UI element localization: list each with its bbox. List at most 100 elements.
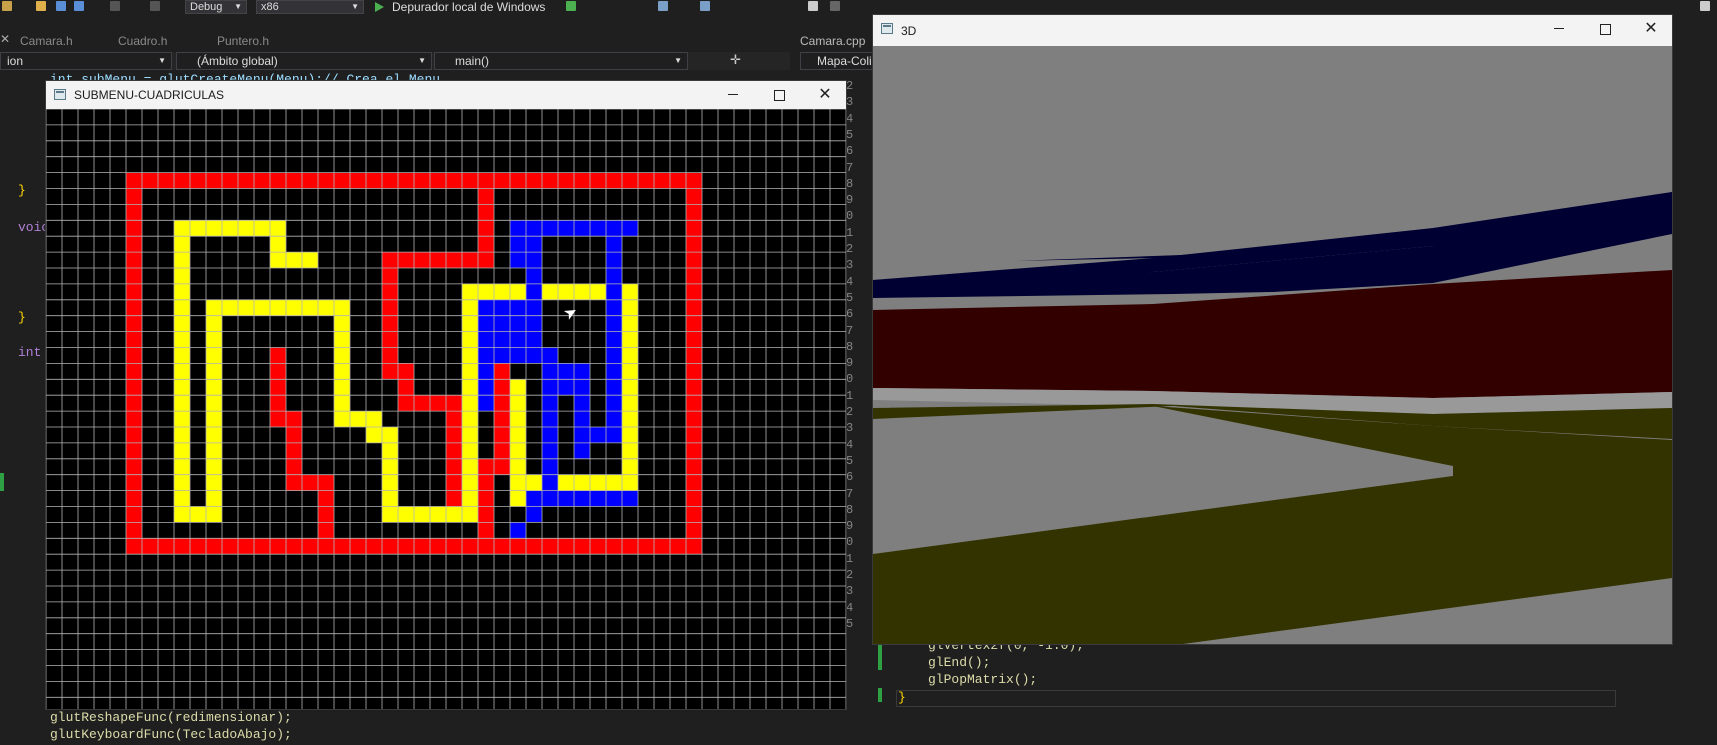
blue-wall-cell[interactable] <box>606 411 622 427</box>
layout-icon[interactable] <box>700 1 710 11</box>
red-wall-cell[interactable] <box>686 331 702 348</box>
minimize-button[interactable] <box>1536 15 1582 43</box>
blue-wall-cell[interactable] <box>542 220 558 237</box>
blue-wall-cell[interactable] <box>574 411 590 427</box>
red-wall-cell[interactable] <box>494 442 510 459</box>
red-wall-cell[interactable] <box>158 172 174 189</box>
yellow-wall-cell[interactable] <box>558 283 574 300</box>
red-wall-cell[interactable] <box>126 220 142 237</box>
red-wall-cell[interactable] <box>446 442 462 459</box>
yellow-wall-cell[interactable] <box>334 347 350 364</box>
blue-wall-cell[interactable] <box>478 299 494 316</box>
yellow-wall-cell[interactable] <box>430 506 446 523</box>
red-wall-cell[interactable] <box>670 172 686 189</box>
red-wall-cell[interactable] <box>446 490 462 507</box>
blue-wall-cell[interactable] <box>574 379 590 396</box>
red-wall-cell[interactable] <box>494 379 510 396</box>
red-wall-cell[interactable] <box>270 172 286 189</box>
tab-camara-h[interactable]: Camara.h <box>20 32 73 50</box>
yellow-wall-cell[interactable] <box>174 458 190 475</box>
red-wall-cell[interactable] <box>686 204 702 221</box>
red-wall-cell[interactable] <box>606 538 622 555</box>
yellow-wall-cell[interactable] <box>462 347 478 364</box>
red-wall-cell[interactable] <box>270 363 286 380</box>
red-wall-cell[interactable] <box>478 220 494 237</box>
minimize-button[interactable] <box>710 81 756 109</box>
yellow-wall-cell[interactable] <box>174 506 190 523</box>
blue-wall-cell[interactable] <box>622 220 638 237</box>
red-wall-cell[interactable] <box>558 538 574 555</box>
yellow-wall-cell[interactable] <box>462 363 478 380</box>
red-wall-cell[interactable] <box>462 172 478 189</box>
red-wall-cell[interactable] <box>270 538 286 555</box>
red-wall-cell[interactable] <box>686 538 702 555</box>
yellow-wall-cell[interactable] <box>174 283 190 300</box>
yellow-wall-cell[interactable] <box>334 411 350 427</box>
blue-wall-cell[interactable] <box>494 315 510 332</box>
red-wall-cell[interactable] <box>126 379 142 396</box>
blue-wall-cell[interactable] <box>526 236 542 253</box>
red-wall-cell[interactable] <box>206 172 222 189</box>
blue-wall-cell[interactable] <box>478 363 494 380</box>
yellow-wall-cell[interactable] <box>174 347 190 364</box>
red-wall-cell[interactable] <box>686 506 702 523</box>
red-wall-cell[interactable] <box>158 538 174 555</box>
blue-wall-cell[interactable] <box>542 347 558 364</box>
yellow-wall-cell[interactable] <box>574 283 590 300</box>
yellow-wall-cell[interactable] <box>174 395 190 412</box>
red-wall-cell[interactable] <box>494 411 510 427</box>
red-wall-cell[interactable] <box>446 538 462 555</box>
function-select[interactable]: main() ▼ <box>434 52 688 70</box>
red-wall-cell[interactable] <box>494 427 510 443</box>
yellow-wall-cell[interactable] <box>350 411 366 427</box>
yellow-wall-cell[interactable] <box>254 299 270 316</box>
blue-wall-cell[interactable] <box>510 347 526 364</box>
red-wall-cell[interactable] <box>590 172 606 189</box>
red-wall-cell[interactable] <box>686 490 702 507</box>
yellow-wall-cell[interactable] <box>302 252 318 268</box>
yellow-wall-cell[interactable] <box>462 474 478 491</box>
yellow-wall-cell[interactable] <box>174 411 190 427</box>
tools-icon[interactable] <box>658 1 668 11</box>
yellow-wall-cell[interactable] <box>286 299 302 316</box>
red-wall-cell[interactable] <box>494 458 510 475</box>
yellow-wall-cell[interactable] <box>174 236 190 253</box>
yellow-wall-cell[interactable] <box>510 283 526 300</box>
yellow-wall-cell[interactable] <box>334 395 350 412</box>
yellow-wall-cell[interactable] <box>270 236 286 253</box>
red-wall-cell[interactable] <box>686 283 702 300</box>
red-wall-cell[interactable] <box>398 172 414 189</box>
red-wall-cell[interactable] <box>478 538 494 555</box>
red-wall-cell[interactable] <box>622 538 638 555</box>
yellow-wall-cell[interactable] <box>478 283 494 300</box>
close-tab-icon[interactable]: ✕ <box>0 32 10 46</box>
red-wall-cell[interactable] <box>222 538 238 555</box>
yellow-wall-cell[interactable] <box>526 474 542 491</box>
yellow-wall-cell[interactable] <box>206 379 222 396</box>
red-wall-cell[interactable] <box>382 268 398 284</box>
red-wall-cell[interactable] <box>126 331 142 348</box>
yellow-wall-cell[interactable] <box>174 331 190 348</box>
yellow-wall-cell[interactable] <box>446 506 462 523</box>
yellow-wall-cell[interactable] <box>622 379 638 396</box>
red-wall-cell[interactable] <box>686 379 702 396</box>
blue-wall-cell[interactable] <box>542 395 558 412</box>
red-wall-cell[interactable] <box>526 538 542 555</box>
red-wall-cell[interactable] <box>126 283 142 300</box>
red-wall-cell[interactable] <box>382 299 398 316</box>
red-wall-cell[interactable] <box>622 172 638 189</box>
yellow-wall-cell[interactable] <box>382 474 398 491</box>
red-wall-cell[interactable] <box>382 315 398 332</box>
red-wall-cell[interactable] <box>686 395 702 412</box>
blue-wall-cell[interactable] <box>606 395 622 412</box>
red-wall-cell[interactable] <box>350 538 366 555</box>
red-wall-cell[interactable] <box>686 315 702 332</box>
red-wall-cell[interactable] <box>286 474 302 491</box>
yellow-wall-cell[interactable] <box>174 252 190 268</box>
yellow-wall-cell[interactable] <box>206 506 222 523</box>
red-wall-cell[interactable] <box>318 506 334 523</box>
red-wall-cell[interactable] <box>494 538 510 555</box>
red-wall-cell[interactable] <box>398 363 414 380</box>
yellow-wall-cell[interactable] <box>190 506 206 523</box>
blue-wall-cell[interactable] <box>510 522 526 539</box>
